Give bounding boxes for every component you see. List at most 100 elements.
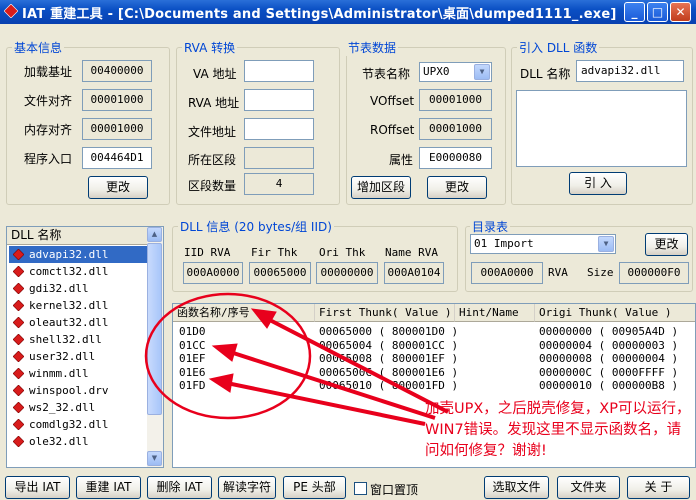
- topmost-checkbox[interactable]: [354, 482, 367, 495]
- entry-point-input[interactable]: 004464D1: [82, 147, 152, 169]
- maximize-button[interactable]: □: [647, 2, 668, 22]
- section-count-label: 区段数量: [188, 179, 237, 193]
- thunk-first: 00065000 ( 800001D0 ): [319, 325, 459, 338]
- section-count-field: 4: [244, 173, 314, 195]
- import-button[interactable]: 引 入: [569, 172, 627, 195]
- thunk-first: 00065010 ( 800001FD ): [319, 379, 459, 392]
- dll-name-label: DLL 名称: [520, 67, 571, 81]
- dll-list[interactable]: DLL 名称 advapi32.dll comctl32.dll gdi32.dll…: [6, 226, 164, 468]
- section-table-title: 节表数据: [346, 39, 399, 56]
- dll-info-title: DLL 信息 (20 bytes/组 IID): [178, 218, 334, 235]
- dll-list-scrollbar[interactable]: ▲ ▼: [147, 227, 163, 467]
- ori-thk-field: 00000000: [316, 262, 378, 284]
- section-change-button[interactable]: 更改: [427, 176, 487, 199]
- directory-select[interactable]: 01 Import ▼: [470, 234, 616, 254]
- voffset-label: VOffset: [370, 94, 415, 108]
- name-rva-field: 000A0104: [384, 262, 444, 284]
- col-first-thunk[interactable]: First Thunk( Value ): [315, 304, 455, 322]
- export-iat-button[interactable]: 导出 IAT: [5, 476, 70, 499]
- dll-list-item[interactable]: comdlg32.dll: [9, 416, 147, 433]
- name-rva-label: Name RVA: [385, 246, 438, 259]
- topmost-label[interactable]: 窗口置顶: [370, 481, 418, 498]
- thunk-origi: 00000008 ( 00000004 ): [539, 352, 679, 365]
- add-section-button[interactable]: 增加区段: [351, 176, 411, 199]
- decode-chars-button[interactable]: 解读字符: [218, 476, 276, 499]
- dll-diamond-icon: [13, 351, 24, 362]
- folder-button[interactable]: 文件夹: [557, 476, 620, 499]
- dll-list-item[interactable]: advapi32.dll: [9, 246, 147, 263]
- directory-change-button[interactable]: 更改: [645, 233, 688, 256]
- dll-item-label: winmm.dll: [29, 367, 89, 380]
- section-name-select[interactable]: UPX0 ▼: [419, 62, 492, 82]
- fir-thk-field: 00065000: [249, 262, 311, 284]
- dll-item-label: shell32.dll: [29, 333, 102, 346]
- section-loc-label: 所在区段: [188, 153, 237, 167]
- dll-list-item[interactable]: ws2_32.dll: [9, 399, 147, 416]
- load-base-field: 00400000: [82, 60, 152, 82]
- dll-list-item[interactable]: shell32.dll: [9, 331, 147, 348]
- import-dll-title: 引入 DLL 函数: [517, 39, 600, 56]
- dll-item-label: user32.dll: [29, 350, 96, 363]
- dll-list-header[interactable]: DLL 名称: [7, 227, 147, 245]
- dll-diamond-icon: [13, 283, 24, 294]
- entry-point-label: 程序入口: [24, 152, 73, 166]
- thunk-first: 00065004 ( 800001CC ): [319, 338, 459, 352]
- va-input[interactable]: [244, 60, 314, 82]
- rva-addr-label: RVA 地址: [188, 96, 240, 110]
- scroll-down-icon[interactable]: ▼: [147, 451, 162, 466]
- roffset-label: ROffset: [370, 123, 415, 137]
- thunk-origi: 0000000C ( 0000FFFF ): [539, 365, 679, 379]
- thunk-first: 00065008 ( 800001EF ): [319, 352, 459, 365]
- fir-thk-label: Fir Thk: [251, 246, 298, 259]
- file-align-label: 文件对齐: [24, 94, 73, 108]
- directory-title: 目录表: [470, 218, 511, 235]
- mem-align-field: 00001000: [82, 118, 152, 140]
- load-base-label: 加载基址: [24, 65, 73, 79]
- directory-size-field: 000000F0: [619, 262, 689, 284]
- import-function-list[interactable]: [516, 90, 687, 167]
- dll-diamond-icon: [13, 368, 24, 379]
- chevron-down-icon[interactable]: ▼: [598, 236, 614, 252]
- window-title: IAT 重建工具 - [C:\Documents and Settings\Ad…: [22, 7, 617, 22]
- rebuild-iat-button[interactable]: 重建 IAT: [76, 476, 141, 499]
- dll-item-label: comctl32.dll: [29, 265, 109, 278]
- dll-list-item[interactable]: oleaut32.dll: [9, 314, 147, 331]
- roffset-field: 00001000: [419, 118, 492, 140]
- file-addr-label: 文件地址: [188, 125, 237, 139]
- section-name-value: UPX0: [423, 65, 450, 78]
- attr-input[interactable]: E0000080: [419, 147, 492, 169]
- scroll-up-icon[interactable]: ▲: [147, 227, 162, 242]
- close-button[interactable]: ✕: [670, 2, 691, 22]
- rva-addr-input[interactable]: [244, 89, 314, 111]
- dll-list-item[interactable]: gdi32.dll: [9, 280, 147, 297]
- col-hint-name[interactable]: Hint/Name: [455, 304, 535, 322]
- basic-change-button[interactable]: 更改: [88, 176, 148, 199]
- pe-header-button[interactable]: PE 头部: [283, 476, 346, 499]
- dll-list-item[interactable]: user32.dll: [9, 348, 147, 365]
- dll-item-label: ws2_32.dll: [29, 401, 96, 414]
- about-button[interactable]: 关 于: [627, 476, 690, 499]
- dll-name-input[interactable]: advapi32.dll: [576, 60, 684, 82]
- thunk-origi: 00000004 ( 00000003 ): [539, 338, 679, 352]
- dll-diamond-icon: [13, 249, 24, 260]
- minimize-button[interactable]: _: [624, 2, 645, 22]
- col-origi-thunk[interactable]: Origi Thunk( Value ): [535, 304, 695, 322]
- dll-item-label: winspool.drv: [29, 384, 109, 397]
- thunk-origi: 00000010 ( 000000B8 ): [539, 379, 679, 392]
- dll-list-item[interactable]: winspool.drv: [9, 382, 147, 399]
- ori-thk-label: Ori Thk: [319, 246, 366, 259]
- dll-list-item[interactable]: winmm.dll: [9, 365, 147, 382]
- dll-diamond-icon: [13, 300, 24, 311]
- dll-list-item[interactable]: comctl32.dll: [9, 263, 147, 280]
- file-addr-input[interactable]: [244, 118, 314, 140]
- directory-rva-label: RVA: [548, 266, 568, 279]
- scroll-thumb[interactable]: [147, 243, 162, 415]
- col-func-name[interactable]: 函数名称/序号: [173, 304, 315, 322]
- thunk-func-name: 01CC: [179, 338, 206, 352]
- dll-list-item[interactable]: ole32.dll: [9, 433, 147, 450]
- thunk-first: 0006500C ( 800001E6 ): [319, 365, 459, 379]
- delete-iat-button[interactable]: 删除 IAT: [147, 476, 212, 499]
- select-file-button[interactable]: 选取文件: [484, 476, 549, 499]
- dll-list-item[interactable]: kernel32.dll: [9, 297, 147, 314]
- chevron-down-icon[interactable]: ▼: [474, 64, 490, 80]
